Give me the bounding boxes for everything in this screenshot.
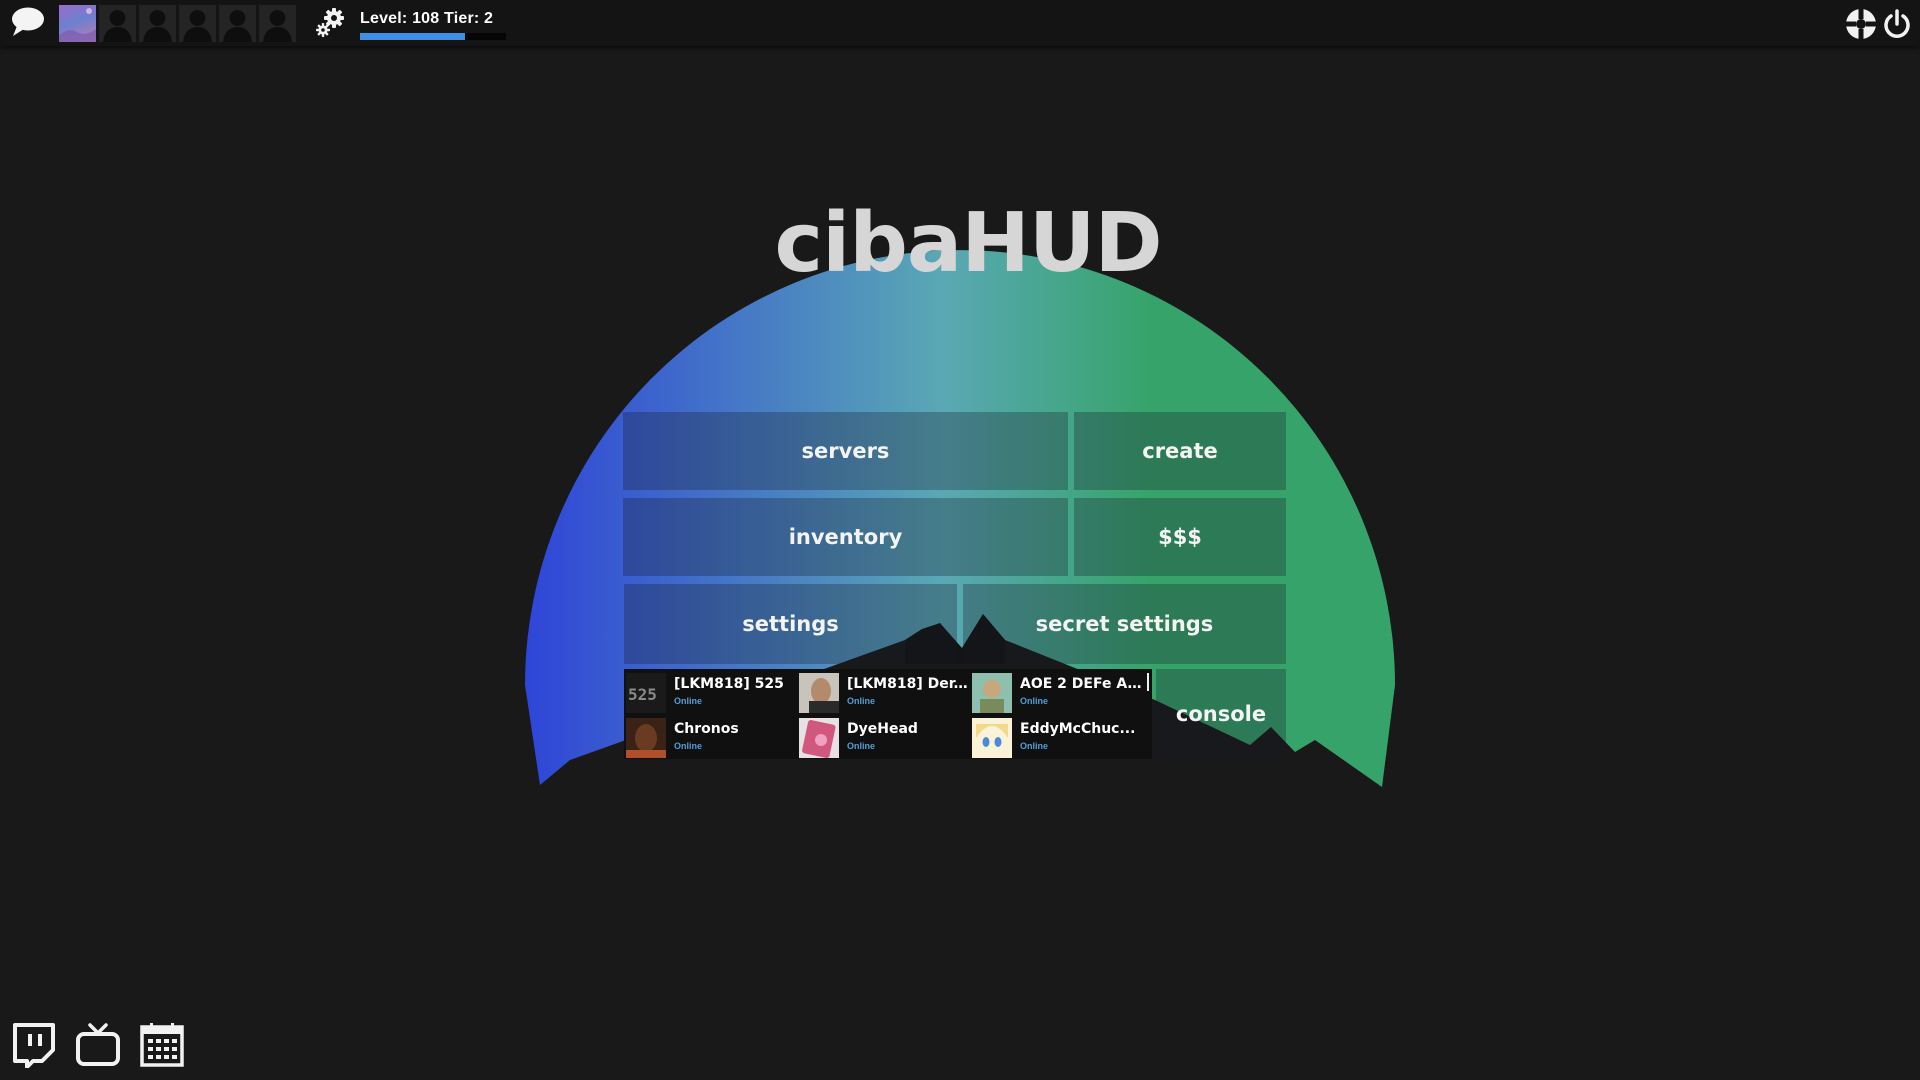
friends-list: 525 [LKM818] 525 Online [LKM818] Der... …	[624, 669, 1152, 759]
servers-button-label: servers	[801, 439, 890, 463]
console-button[interactable]: console	[1156, 669, 1286, 759]
friend-avatar: 525	[626, 673, 666, 713]
friend-name: [LKM818] 525	[674, 676, 784, 692]
svg-text:525: 525	[628, 685, 657, 704]
friend-status: Online	[847, 696, 876, 706]
text-caret	[1147, 673, 1149, 691]
friend-item[interactable]: DyeHead Online	[797, 716, 969, 758]
friend-item[interactable]: 525 [LKM818] 525 Online	[624, 671, 796, 713]
create-button-label: create	[1142, 439, 1218, 463]
friend-status: Online	[674, 741, 703, 751]
friend-avatar	[799, 718, 839, 758]
secret-settings-button-label: secret settings	[1035, 612, 1214, 636]
friend-name: DyeHead	[847, 721, 918, 737]
friend-name: EddyMcChuc...	[1020, 721, 1136, 737]
inventory-button[interactable]: inventory	[623, 498, 1068, 576]
calendar-icon[interactable]	[139, 1022, 185, 1068]
settings-button-label: settings	[742, 612, 839, 636]
friend-name: Chronos	[674, 721, 739, 737]
friend-item[interactable]: Chronos Online	[624, 716, 796, 758]
friend-status: Online	[1020, 741, 1049, 751]
settings-button[interactable]: settings	[624, 584, 957, 664]
store-button[interactable]: $$$	[1074, 498, 1286, 576]
friend-status: Online	[674, 696, 703, 706]
friend-item[interactable]: [LKM818] Der... Online	[797, 671, 969, 713]
friend-avatar	[972, 718, 1012, 758]
friend-name: AOE 2 DEFe A...	[1020, 676, 1142, 692]
secret-settings-button[interactable]: secret settings	[963, 584, 1286, 664]
console-button-label: console	[1175, 702, 1267, 726]
friend-item[interactable]: AOE 2 DEFe A... Online	[970, 671, 1142, 713]
friend-status: Online	[1020, 696, 1049, 706]
twitch-icon[interactable]	[11, 1022, 57, 1069]
friend-avatar	[972, 673, 1012, 713]
inventory-button-label: inventory	[788, 525, 903, 549]
servers-button[interactable]: servers	[623, 412, 1068, 490]
create-button[interactable]: create	[1074, 412, 1286, 490]
store-button-label: $$$	[1158, 525, 1202, 549]
friend-avatar	[626, 718, 666, 758]
friend-avatar	[799, 673, 839, 713]
friend-name: [LKM818] Der...	[847, 676, 969, 692]
friend-item[interactable]: EddyMcChuc... Online	[970, 716, 1142, 758]
hud-title: cibaHUD	[774, 196, 1162, 291]
friend-status: Online	[847, 741, 876, 751]
tv-icon[interactable]	[75, 1022, 121, 1068]
